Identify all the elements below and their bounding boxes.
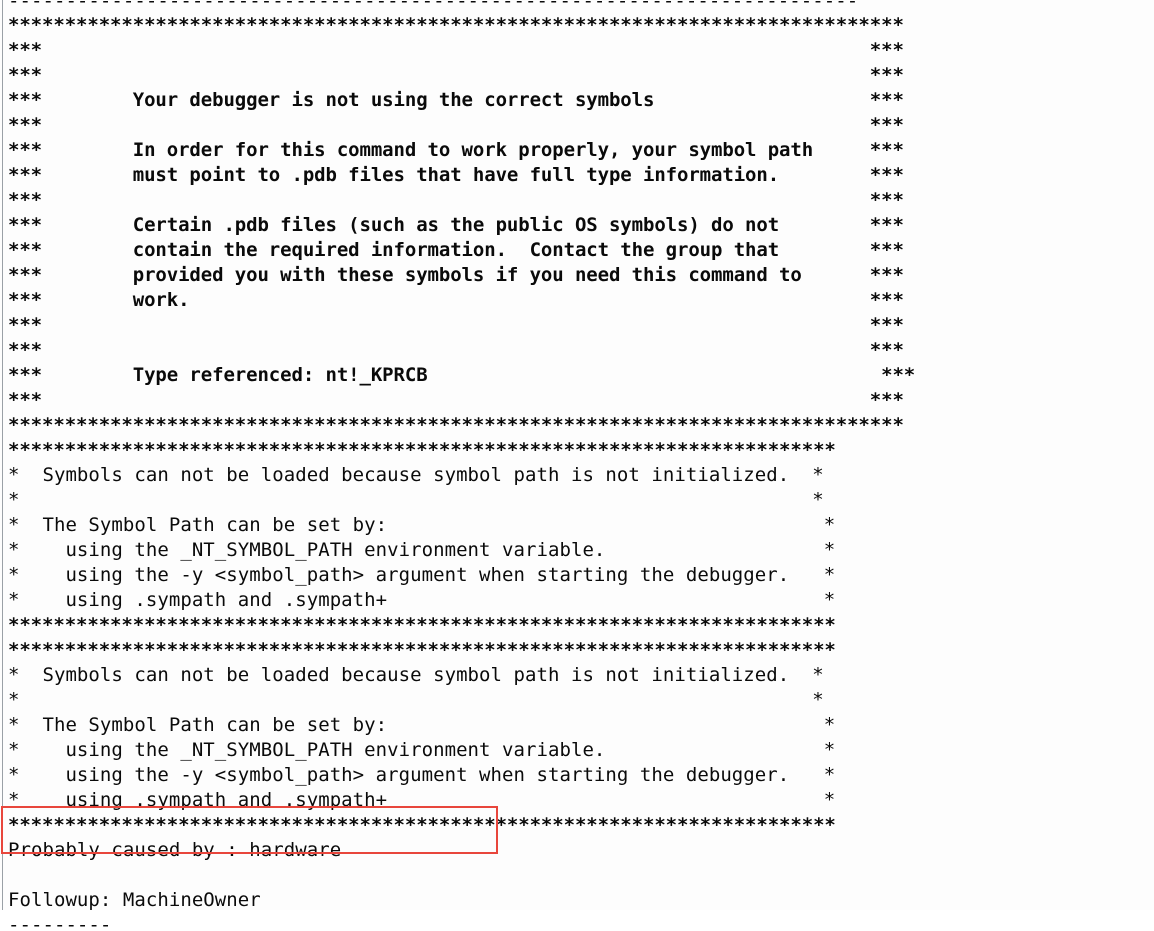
console-line: * Symbols can not be loaded because symb… — [8, 664, 824, 686]
console-line: ****************************************… — [8, 414, 904, 436]
console-line: *** must point to .pdb files that have f… — [8, 164, 904, 186]
console-line: *** contain the required information. Co… — [8, 239, 904, 261]
console-line: *** Type referenced: nt!_KPRCB *** — [8, 364, 916, 386]
console-line: * using .sympath and .sympath+ * — [8, 589, 836, 611]
console-line: * Symbols can not be loaded because symb… — [8, 464, 824, 486]
console-line: * using the -y <symbol_path> argument wh… — [8, 564, 836, 586]
console-line: * using the -y <symbol_path> argument wh… — [8, 764, 836, 786]
console-line: ****************************************… — [8, 439, 836, 461]
console-line: Probably caused by : hardware — [8, 839, 342, 861]
console-line: * using .sympath and .sympath+ * — [8, 789, 836, 811]
console-line: Followup: MachineOwner — [8, 889, 261, 911]
console-line: *** Your debugger is not using the corre… — [8, 89, 904, 111]
console-line: * * — [8, 689, 824, 711]
console-line: ****************************************… — [8, 639, 836, 661]
console-line-text: ----------------------------------------… — [8, 0, 859, 12]
console-line: * The Symbol Path can be set by: * — [8, 714, 836, 736]
console-line: *** *** — [8, 114, 904, 136]
console-line: * The Symbol Path can be set by: * — [8, 514, 836, 536]
console-line: ****************************************… — [8, 814, 836, 836]
console-line: *** *** — [8, 389, 904, 411]
console-line: *** *** — [8, 314, 904, 336]
console-line: * * — [8, 489, 824, 511]
console-line: *** *** — [8, 64, 904, 86]
debugger-console[interactable]: ----------------------------------------… — [0, 0, 1154, 931]
console-line: *** *** — [8, 339, 904, 361]
console-line: *** In order for this command to work pr… — [8, 139, 904, 161]
console-line: ****************************************… — [8, 614, 836, 636]
console-line: *** Certain .pdb files (such as the publ… — [8, 214, 904, 236]
console-line: *** work. *** — [8, 289, 904, 311]
console-output-lines: ----------------------------------------… — [0, 0, 1154, 931]
console-line: --------- — [8, 914, 112, 931]
console-line: *** *** — [8, 189, 904, 211]
console-line: ****************************************… — [8, 14, 904, 36]
console-line: * using the _NT_SYMBOL_PATH environment … — [8, 739, 836, 761]
console-line: * using the _NT_SYMBOL_PATH environment … — [8, 539, 836, 561]
console-line: ----------------------------------------… — [0, 0, 1154, 13]
console-line: *** *** — [8, 39, 904, 61]
console-line: *** provided you with these symbols if y… — [8, 264, 904, 286]
